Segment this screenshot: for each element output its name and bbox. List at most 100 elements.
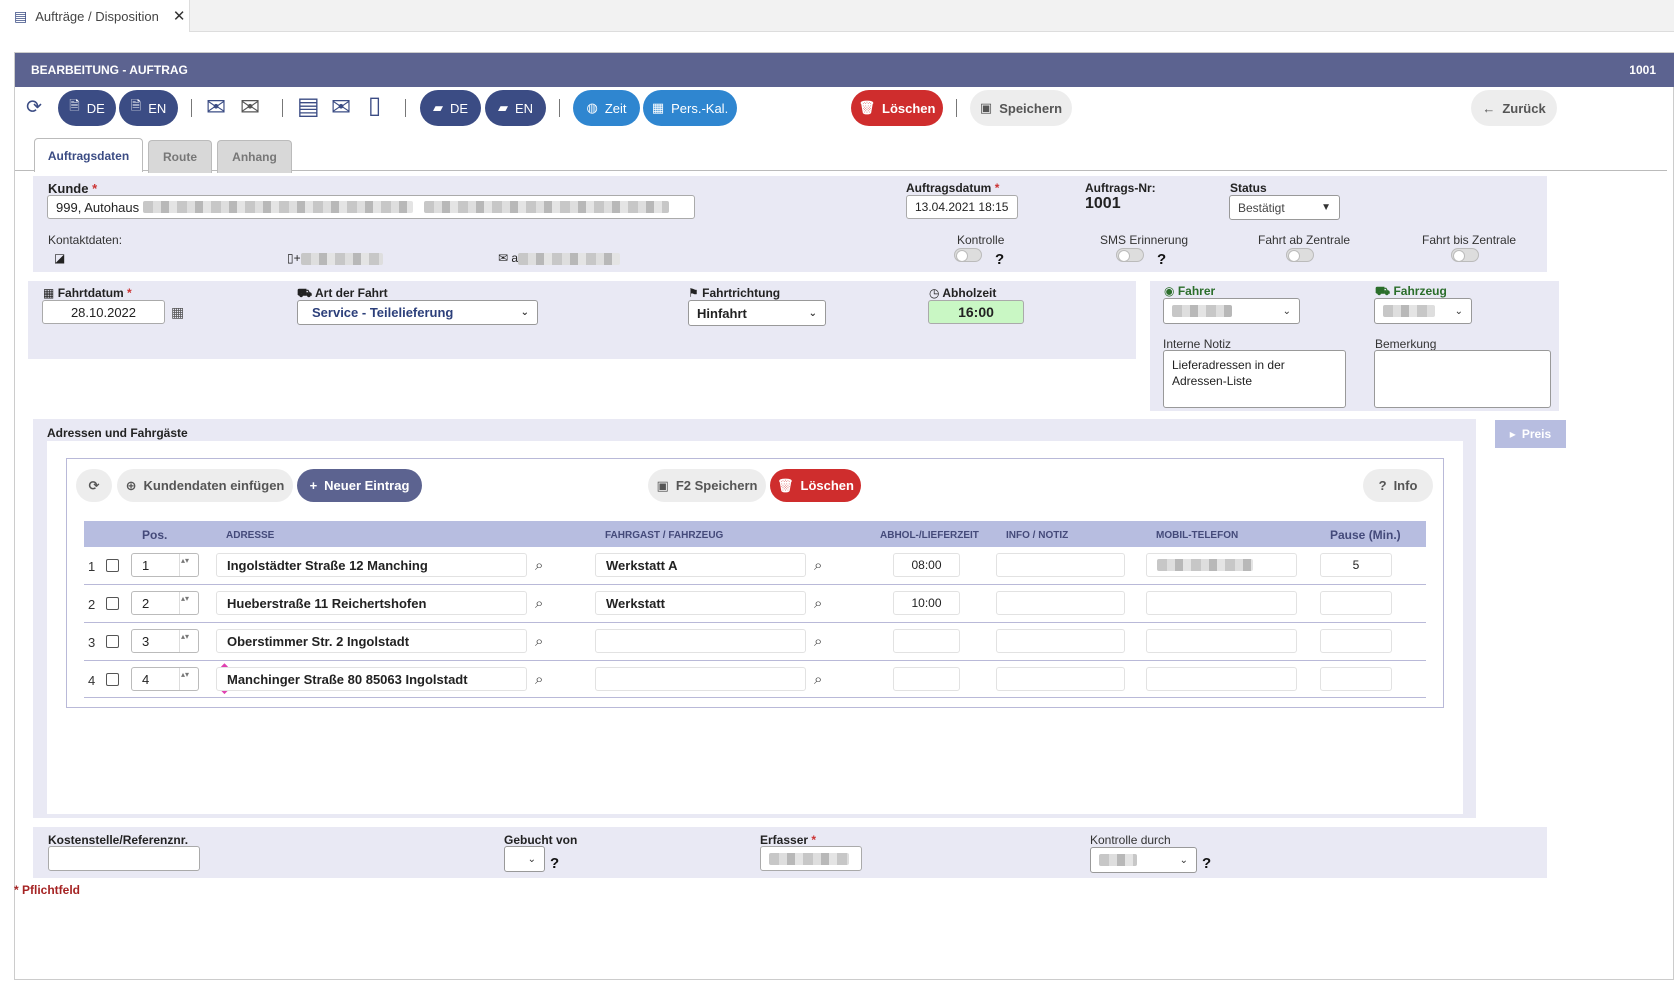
row-divider — [84, 697, 1426, 698]
search-icon[interactable]: ⌕ — [535, 671, 543, 688]
mail-send-icon[interactable]: ✉ — [240, 96, 260, 120]
fahrgast-input[interactable]: Werkstatt A — [595, 553, 806, 577]
row-checkbox[interactable] — [106, 673, 119, 686]
pause-input[interactable] — [1320, 591, 1392, 615]
erfasser-input[interactable] — [760, 846, 862, 871]
save-button[interactable]: ▣ Speichern — [970, 90, 1072, 126]
chat-en-button[interactable]: ▰ EN — [485, 90, 546, 126]
adresse-input[interactable]: Manchinger Straße 80 85063 Ingolstadt — [216, 667, 527, 691]
pdf-de-label: DE — [86, 100, 105, 116]
status-select[interactable]: Bestätigt ▼ — [1229, 195, 1340, 220]
mobil-input[interactable] — [1146, 667, 1297, 691]
zeit-input[interactable]: 10:00 — [893, 591, 960, 615]
pause-input[interactable] — [1320, 667, 1392, 691]
search-icon[interactable]: ⌕ — [814, 557, 822, 574]
col-fahrgast: FAHRGAST / FAHRZEUG — [605, 530, 724, 541]
info-input[interactable] — [996, 591, 1125, 615]
delete-button[interactable]: 🗑 Löschen — [851, 90, 943, 126]
search-icon[interactable]: ⌕ — [814, 595, 822, 612]
pos-stepper[interactable]: 3 — [131, 629, 199, 653]
clipboard-user-icon[interactable]: ▯ — [368, 94, 381, 118]
fahrer-select[interactable]: ⌄ — [1163, 298, 1300, 324]
pdf-en-button[interactable]: 🗎 EN — [119, 90, 178, 126]
info-button[interactable]: ? Info — [1363, 469, 1433, 502]
back-button[interactable]: ← Zurück — [1471, 90, 1557, 126]
kundendaten-label: Kundendaten einfügen — [143, 478, 285, 493]
fahrgast-input[interactable] — [595, 629, 806, 653]
fahrtdatum-input[interactable]: 28.10.2022 — [42, 300, 165, 324]
close-icon[interactable]: ✕ — [173, 7, 186, 25]
zeit-input[interactable] — [893, 629, 960, 653]
redacted-text — [1157, 559, 1253, 571]
gebucht-von-select[interactable]: ⌄ — [504, 846, 545, 872]
zeit-button[interactable]: ◍ Zeit — [573, 90, 640, 126]
f2-save-button[interactable]: ▣ F2 Speichern — [648, 469, 766, 502]
search-icon[interactable]: ⌕ — [535, 595, 543, 612]
search-icon[interactable]: ⌕ — [814, 671, 822, 688]
tab-auftragsdaten[interactable]: Auftragsdaten — [34, 138, 143, 172]
calendar-icon[interactable]: ▦ — [171, 304, 184, 321]
fahrzeug-select[interactable]: ⌄ — [1374, 298, 1472, 324]
help-icon[interactable]: ? — [1157, 251, 1166, 268]
chat-de-button[interactable]: ▰ DE — [420, 90, 481, 126]
zeit-input[interactable] — [893, 667, 960, 691]
row-checkbox[interactable] — [106, 635, 119, 648]
row-checkbox[interactable] — [106, 559, 119, 572]
fahrgast-input[interactable]: Werkstatt — [595, 591, 806, 615]
adresse-input[interactable]: Ingolstädter Straße 12 Manching — [216, 553, 527, 577]
adresse-input[interactable]: Oberstimmer Str. 2 Ingolstadt — [216, 629, 527, 653]
neuer-eintrag-button[interactable]: + Neuer Eintrag — [297, 469, 422, 502]
help-icon[interactable]: ? — [1202, 855, 1211, 872]
info-input[interactable] — [996, 629, 1125, 653]
help-icon[interactable]: ? — [550, 855, 559, 872]
zeit-input[interactable]: 08:00 — [893, 553, 960, 577]
mail-forward-icon[interactable]: ✉ — [206, 96, 226, 120]
tab-route[interactable]: Route — [148, 140, 212, 173]
adresse-input[interactable]: Hueberstraße 11 Reichertshofen — [216, 591, 527, 615]
mobil-input[interactable] — [1146, 629, 1297, 653]
info-input[interactable] — [996, 667, 1125, 691]
fahrt-ab-toggle[interactable] — [1286, 248, 1314, 262]
auftragsdatum-input[interactable]: 13.04.2021 18:15 — [906, 195, 1018, 219]
bemerkung-textarea[interactable] — [1374, 350, 1551, 408]
mobil-input[interactable] — [1146, 553, 1297, 577]
pers-kal-button[interactable]: ▦ Pers.-Kal. — [643, 90, 737, 126]
pause-input[interactable]: 5 — [1320, 553, 1392, 577]
pause-input[interactable] — [1320, 629, 1392, 653]
kundendaten-button[interactable]: ⊕ Kundendaten einfügen — [117, 469, 293, 502]
info-input[interactable] — [996, 553, 1125, 577]
tab-anhang[interactable]: Anhang — [217, 140, 292, 173]
mobil-input[interactable] — [1146, 591, 1297, 615]
kontrolle-durch-select[interactable]: ⌄ — [1090, 847, 1197, 873]
refresh-icon[interactable]: ⟳ — [26, 98, 42, 117]
interne-notiz-label: Interne Notiz — [1163, 337, 1232, 351]
grid-delete-button[interactable]: 🗑 Löschen — [770, 469, 861, 502]
fahrgast-input[interactable] — [595, 667, 806, 691]
sms-toggle[interactable] — [1116, 248, 1144, 262]
document-tab[interactable]: ▤ Aufträge / Disposition ✕ — [0, 0, 190, 32]
fahrtrichtung-select[interactable]: Hinfahrt ⌄ — [688, 300, 826, 326]
search-icon[interactable]: ⌕ — [535, 557, 543, 574]
row-checkbox[interactable] — [106, 597, 119, 610]
search-icon[interactable]: ⌕ — [814, 633, 822, 650]
fahrt-bis-toggle[interactable] — [1451, 248, 1479, 262]
interne-notiz-textarea[interactable]: Lieferadressen in der Adressen-Liste — [1163, 350, 1346, 408]
kunde-input[interactable]: 999, Autohaus — [47, 195, 695, 219]
search-icon[interactable]: ⌕ — [535, 633, 543, 650]
art-der-fahrt-select[interactable]: Service - Teilelieferung ⌄ — [297, 300, 538, 325]
table-icon: ▤ — [14, 7, 28, 24]
pdf-de-button[interactable]: 🗎 DE — [58, 90, 116, 126]
envelope-icon: ✉ — [498, 251, 509, 265]
pflichtfeld-note: * Pflichtfeld — [14, 883, 81, 897]
pos-stepper[interactable]: 2 — [131, 591, 199, 615]
mail-user-icon[interactable]: ✉ — [331, 96, 351, 120]
kontrolle-toggle[interactable] — [954, 248, 982, 262]
pos-stepper[interactable]: 1 — [131, 553, 199, 577]
grid-refresh-button[interactable]: ⟳ — [76, 469, 112, 502]
abholzeit-input[interactable]: 16:00 — [928, 300, 1024, 324]
id-card-icon[interactable]: ▤ — [297, 95, 320, 119]
pos-stepper[interactable]: 4 — [131, 667, 199, 691]
preis-button[interactable]: ▸ Preis — [1495, 420, 1566, 448]
help-icon[interactable]: ? — [995, 251, 1004, 268]
kostenstelle-input[interactable] — [48, 846, 200, 871]
